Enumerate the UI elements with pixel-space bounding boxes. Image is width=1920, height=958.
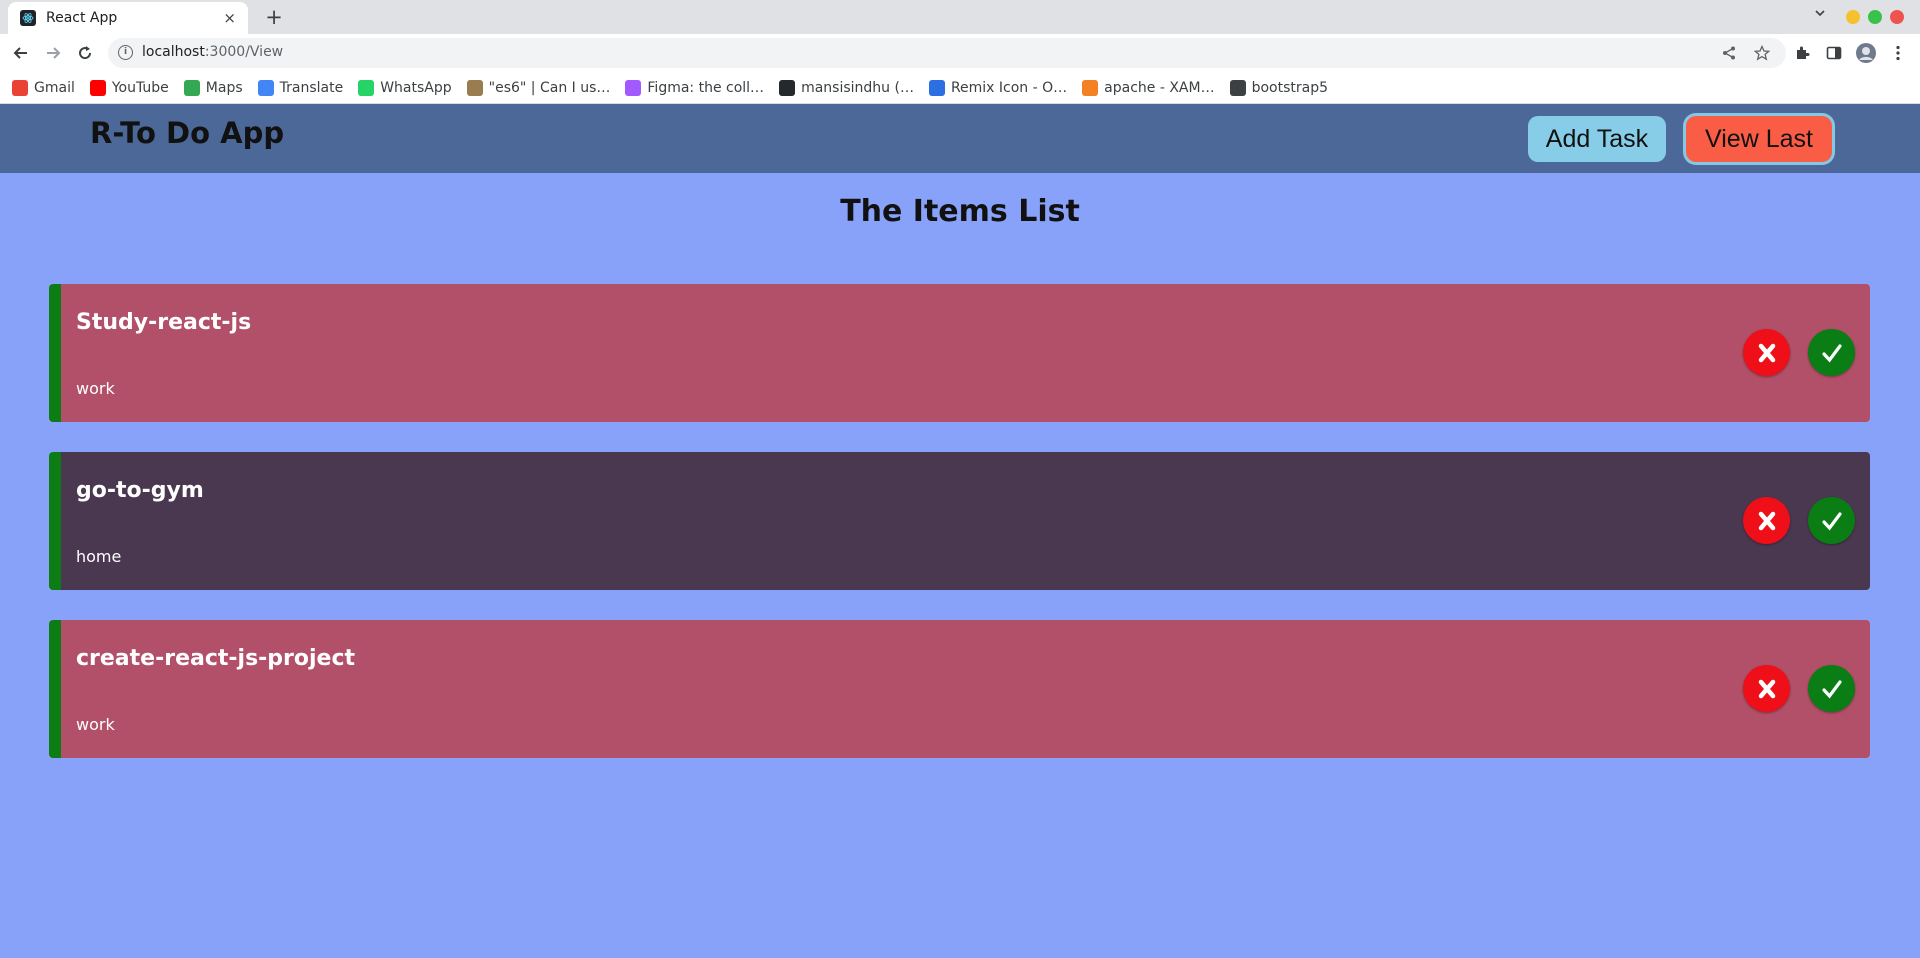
youtube-icon (89, 79, 106, 96)
task-title: go-to-gym (76, 478, 204, 503)
browser-tab[interactable]: React App × (8, 2, 248, 34)
delete-task-button[interactable] (1743, 665, 1790, 712)
folder-icon (1229, 79, 1246, 96)
check-icon (1821, 343, 1842, 363)
caniuse-icon (466, 79, 483, 96)
delete-task-button[interactable] (1743, 497, 1790, 544)
back-button[interactable] (8, 40, 34, 66)
remix-icon (928, 79, 945, 96)
task-card: go-to-gym home (49, 452, 1870, 590)
cross-icon (1758, 511, 1775, 530)
stackoverflow-icon (1082, 79, 1099, 96)
cross-icon (1758, 343, 1775, 362)
task-title: Study-react-js (76, 310, 252, 335)
bookmark-item[interactable]: "es6" | Can I us… (466, 79, 611, 96)
cross-icon (1758, 679, 1775, 698)
task-card: Study-react-js work (49, 284, 1870, 422)
bookmark-label: Figma: the coll… (647, 79, 765, 96)
complete-task-button[interactable] (1808, 665, 1855, 712)
bookmark-item[interactable]: bootstrap5 (1229, 79, 1329, 96)
bookmark-label: Remix Icon - O… (950, 79, 1068, 96)
share-icon[interactable] (1720, 44, 1738, 62)
tab-close-icon[interactable]: × (223, 9, 236, 27)
view-last-button[interactable]: View Last (1686, 116, 1832, 162)
github-icon (779, 79, 796, 96)
add-task-button[interactable]: Add Task (1528, 116, 1666, 162)
check-icon (1821, 679, 1842, 699)
whatsapp-icon (358, 79, 375, 96)
bookmark-label: bootstrap5 (1251, 79, 1329, 96)
delete-task-button[interactable] (1743, 329, 1790, 376)
side-panel-icon[interactable] (1824, 43, 1844, 63)
task-title: create-react-js-project (76, 646, 356, 671)
bookmark-star-icon[interactable] (1753, 44, 1771, 62)
maps-icon (183, 79, 200, 96)
address-bar[interactable]: i localhost:3000/View (108, 38, 1786, 68)
translate-icon (257, 79, 274, 96)
maximize-button[interactable] (1868, 10, 1882, 24)
browser-toolbar: i localhost:3000/View (0, 34, 1920, 72)
task-card: create-react-js-project work (49, 620, 1870, 758)
tab-title: React App (46, 10, 118, 26)
bookmark-item[interactable]: apache - XAM… (1082, 79, 1215, 96)
bookmark-item[interactable]: YouTube (89, 79, 169, 96)
extensions-icon[interactable] (1792, 43, 1812, 63)
minimize-button[interactable] (1846, 10, 1860, 24)
new-tab-button[interactable]: + (262, 5, 286, 29)
bookmark-item[interactable]: Translate (257, 79, 344, 96)
tab-search-icon[interactable] (1808, 7, 1832, 27)
reload-button[interactable] (72, 40, 98, 66)
bookmark-label: Maps (205, 79, 243, 96)
figma-icon (625, 79, 642, 96)
task-category: work (76, 379, 115, 398)
task-category: home (76, 547, 122, 566)
bookmark-item[interactable]: mansisindhu (… (779, 79, 914, 96)
check-icon (1821, 511, 1842, 531)
forward-button[interactable] (40, 40, 66, 66)
bookmark-item[interactable]: WhatsApp (358, 79, 452, 96)
task-category: work (76, 715, 115, 734)
bookmark-item[interactable]: Remix Icon - O… (928, 79, 1068, 96)
bookmark-label: Gmail (34, 79, 75, 96)
browser-menu-icon[interactable] (1888, 43, 1908, 63)
profile-avatar[interactable] (1856, 43, 1876, 63)
bookmark-label: WhatsApp (380, 79, 452, 96)
gmail-icon (12, 79, 28, 96)
complete-task-button[interactable] (1808, 497, 1855, 544)
close-window-button[interactable] (1890, 10, 1904, 24)
bookmark-label: apache - XAM… (1104, 79, 1215, 96)
bookmark-item[interactable]: Gmail (12, 79, 75, 96)
url-text: localhost:3000/View (142, 44, 284, 60)
bookmark-item[interactable]: Maps (183, 79, 243, 96)
bookmark-label: Translate (279, 79, 344, 96)
page-title: The Items List (840, 194, 1080, 229)
browser-tabstrip: React App × + (0, 0, 1920, 34)
app-header: R-To Do App Add Task View Last (0, 104, 1920, 173)
bookmark-item[interactable]: Figma: the coll… (625, 79, 765, 96)
bookmark-label: "es6" | Can I us… (488, 79, 611, 96)
site-info-icon[interactable]: i (118, 45, 133, 60)
complete-task-button[interactable] (1808, 329, 1855, 376)
bookmark-label: mansisindhu (… (801, 79, 914, 96)
app-brand: R-To Do App (90, 116, 285, 150)
react-icon (20, 10, 36, 26)
bookmark-label: YouTube (111, 79, 169, 96)
bookmarks-bar: Gmail YouTube Maps Translate WhatsApp "es6" |… (0, 72, 1920, 104)
